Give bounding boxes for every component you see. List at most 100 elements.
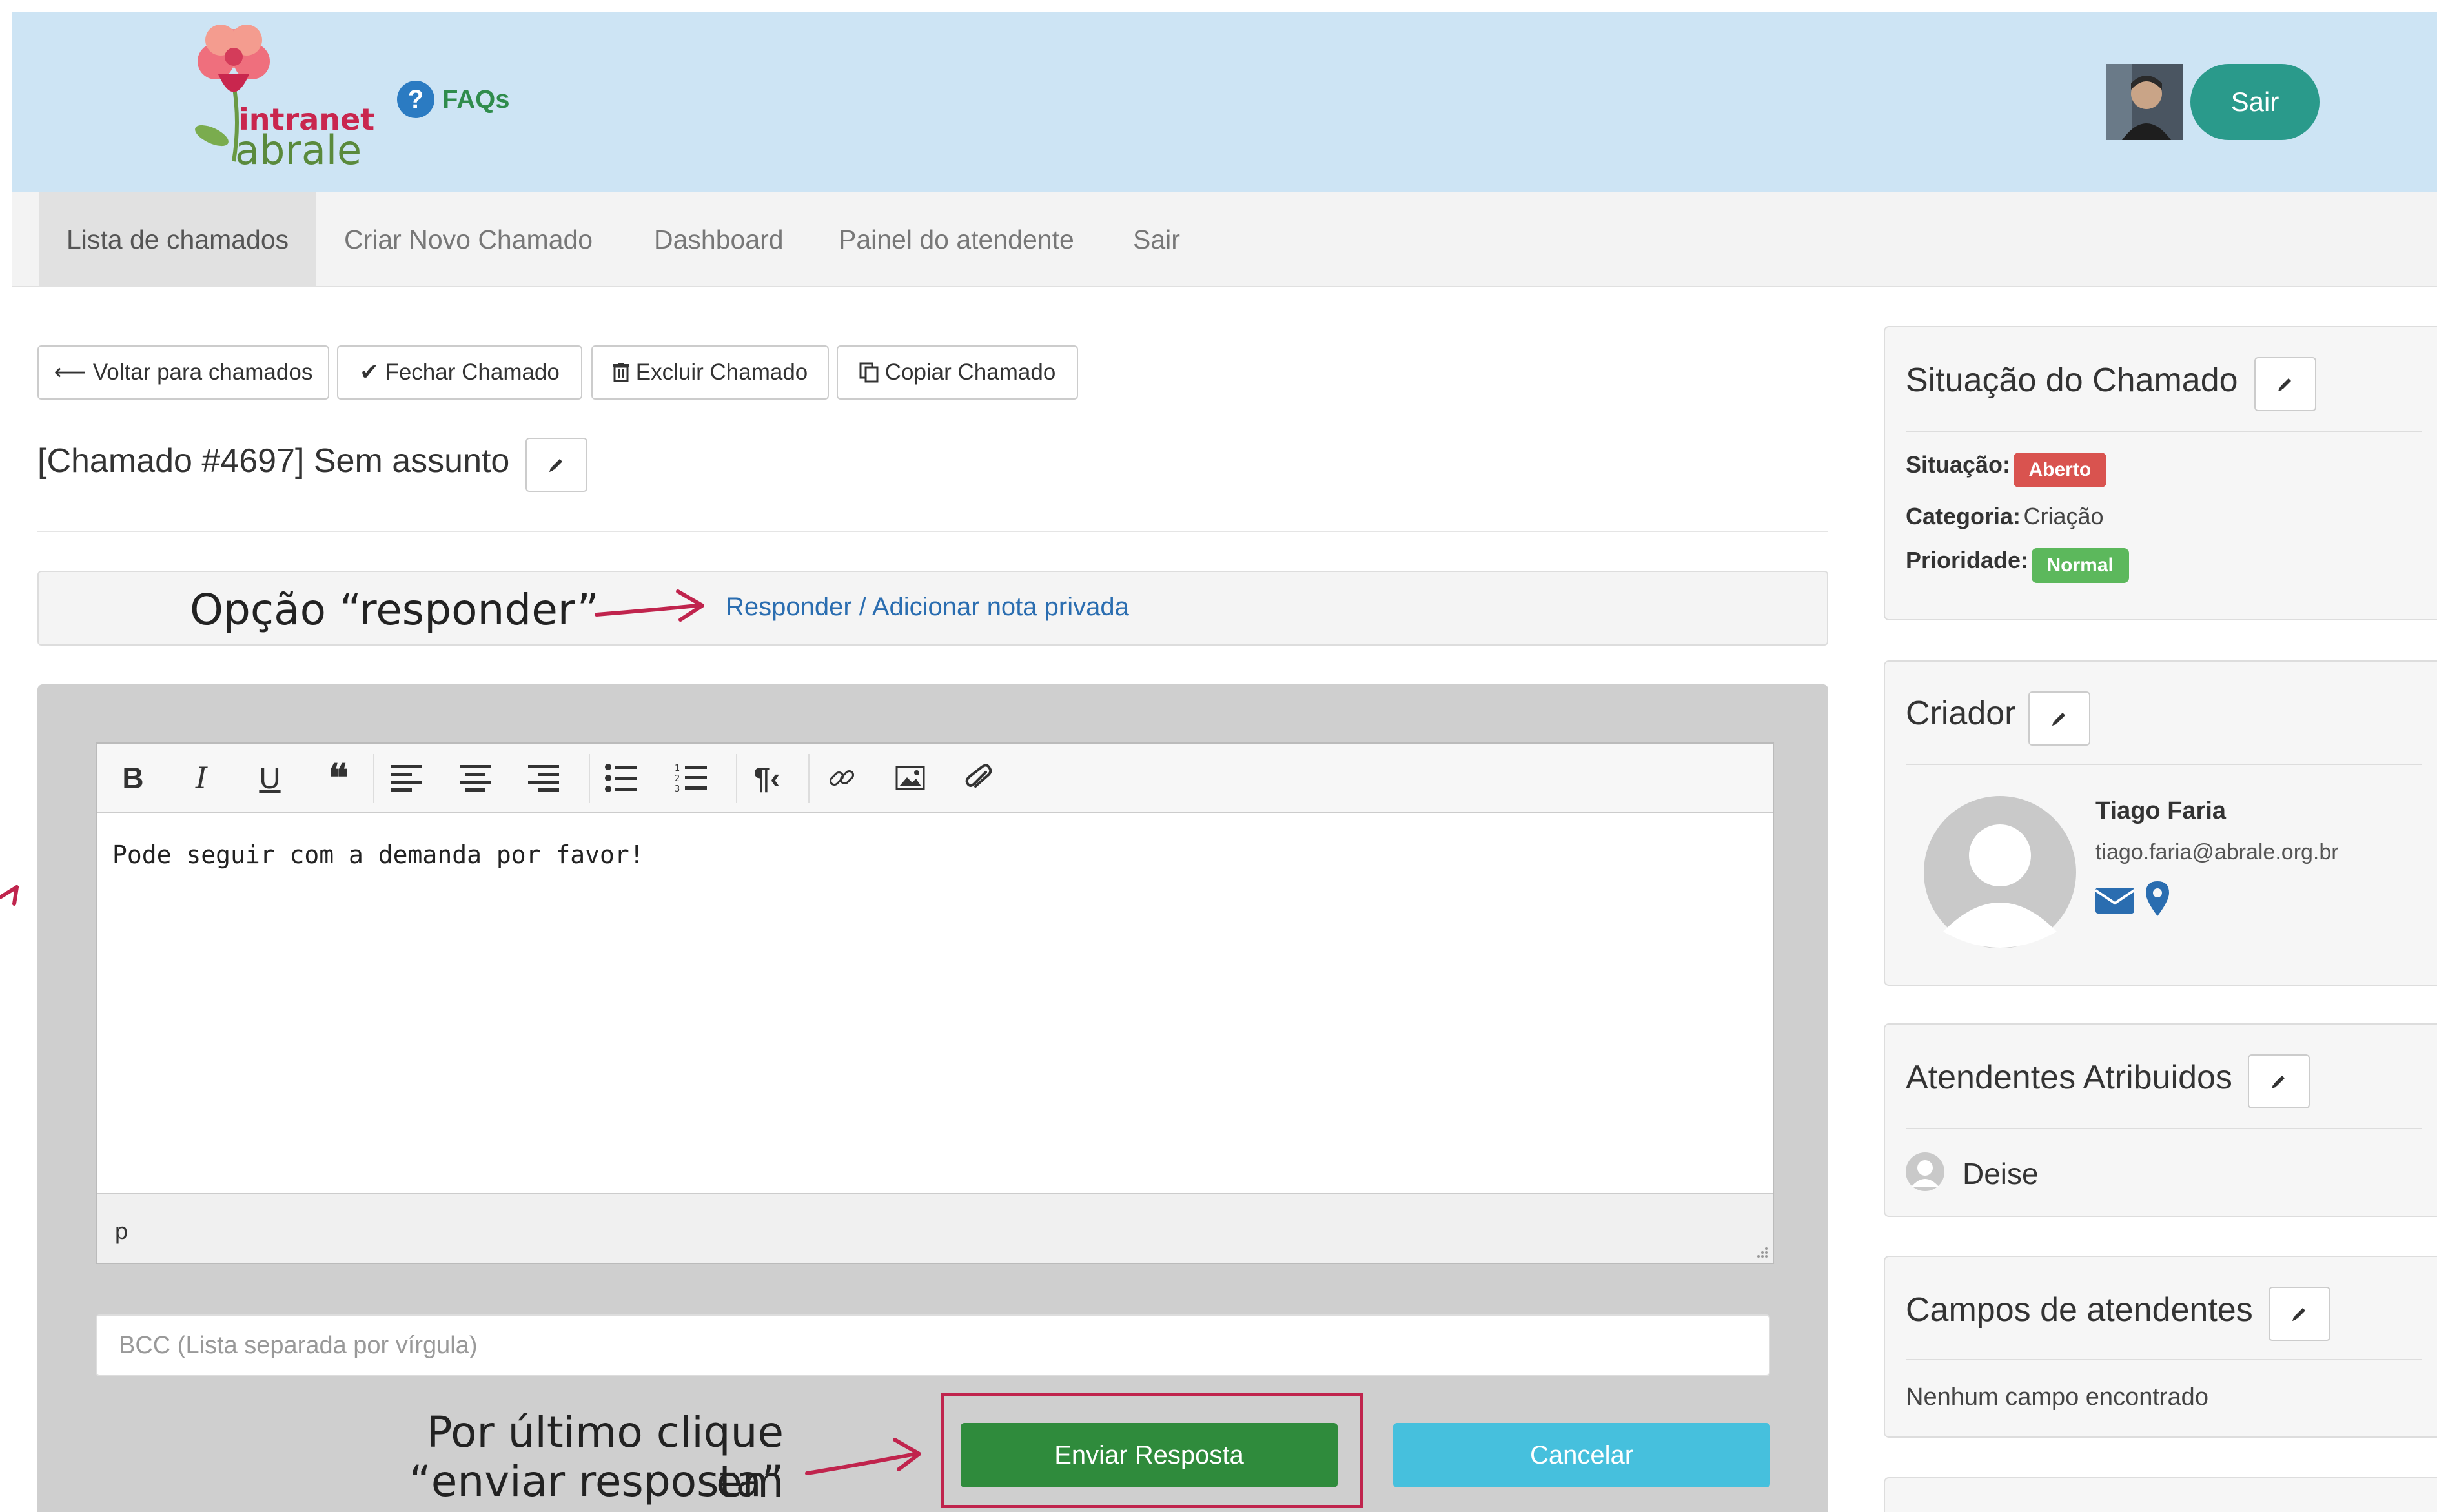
editor-content[interactable]: Pode seguir com a demanda por favor! [112,841,644,869]
panel-divider [1906,1359,2422,1360]
main-nav: Lista de chamados Criar Novo Chamado Das… [12,192,2437,287]
rich-text-editor[interactable]: B I U ❝ 123 ¶‹ Pode seguir com a demanda… [96,742,1774,1264]
send-reply-button[interactable]: Enviar Resposta [961,1423,1338,1487]
resize-handle-icon[interactable] [1753,1243,1769,1259]
underline-icon[interactable]: U [244,757,296,799]
italic-icon[interactable]: I [176,757,227,799]
category-label: Categoria: [1906,503,2021,529]
priority-label: Prioridade: [1906,547,2029,573]
creator-panel-title: Criador [1906,695,2016,732]
faq-link[interactable]: ? FAQs [397,81,509,118]
reply-private-note-link[interactable]: Responder / Adicionar nota privada [726,593,1129,622]
priority-row: Prioridade: Normal [1906,547,2129,583]
edit-creator-button[interactable] [2028,691,2090,746]
close-ticket-button[interactable]: ✔ Fechar Chamado [337,345,582,400]
next-panel-partial [1884,1477,2437,1512]
logo-text-abrale: abrale [235,127,362,174]
toolbar-separator [808,754,810,803]
status-panel: Situação do Chamado Situação: Aberto Cat… [1884,326,2437,620]
priority-badge: Normal [2031,547,2129,583]
status-row: Situação: Aberto [1906,451,2107,487]
bold-icon[interactable]: B [107,757,159,799]
link-icon[interactable] [816,757,868,799]
toolbar-separator [736,754,737,803]
align-center-icon[interactable] [449,757,501,799]
editor-statusbar: p [97,1193,1773,1263]
panel-divider [1906,1128,2422,1129]
nav-item-lista-de-chamados[interactable]: Lista de chamados [39,192,316,287]
ticket-title: [Chamado #4697] Sem assunto [37,442,510,480]
panel-divider [1906,764,2422,765]
nav-item-painel-do-atendente[interactable]: Painel do atendente [811,192,1101,287]
image-icon[interactable] [884,757,936,799]
page-root: intranet abrale ? FAQs Sair Lista de cha… [0,0,2437,1512]
delete-ticket-button[interactable]: Excluir Chamado [591,345,829,400]
bcc-input[interactable] [96,1314,1770,1376]
edit-assignees-button[interactable] [2248,1054,2310,1108]
annotation-send-line2: “enviar resposta” [409,1456,784,1506]
creator-avatar-icon [1924,796,2076,948]
nav-item-criar-novo-chamado[interactable]: Criar Novo Chamado [317,192,620,287]
annotation-arrow-fragment-icon [0,885,19,906]
map-marker-icon[interactable] [2146,881,2169,916]
quote-icon[interactable]: ❝ [312,756,364,800]
pencil-icon [549,459,562,472]
agent-fields-panel: Campos de atendentes Nenhum campo encont… [1884,1256,2437,1438]
align-left-icon[interactable] [381,757,433,799]
copy-ticket-label: Copiar Chamado [884,360,1056,385]
checkmark-icon: ✔ [360,360,379,385]
toolbar-separator [373,754,374,803]
editor-toolbar: B I U ❝ 123 ¶‹ [97,744,1773,813]
toolbar-separator [589,754,590,803]
pencil-icon [2272,1076,2285,1088]
edit-status-button[interactable] [2254,357,2316,411]
trash-icon [612,363,629,382]
help-circle-icon: ? [397,81,434,118]
category-row: Categoria: Criação [1906,503,2104,530]
assignee-name: Deise [1963,1157,2039,1190]
pencil-icon [2052,713,2065,726]
status-panel-title: Situação do Chamado [1906,362,2238,399]
assignees-panel: Atendentes Atribuidos Deise [1884,1023,2437,1217]
attachment-icon[interactable] [953,757,1004,799]
copy-ticket-button[interactable]: Copiar Chamado [837,345,1078,400]
nav-item-sair[interactable]: Sair [1106,192,1207,287]
edit-agent-fields-button[interactable] [2269,1287,2330,1341]
pencil-icon [2278,378,2291,391]
creator-name: Tiago Faria [2095,797,2227,824]
user-photo-icon [2106,64,2183,140]
svg-text:2: 2 [675,774,680,784]
numbered-list-icon[interactable]: 123 [665,757,717,799]
pencil-icon [2292,1308,2305,1321]
creator-email: tiago.faria@abrale.org.br [2095,840,2339,864]
category-value: Criação [2023,503,2104,529]
annotation-arrow-icon [595,589,704,622]
status-label: Situação: [1906,451,2011,478]
delete-ticket-label: Excluir Chamado [635,360,808,385]
user-avatar[interactable] [2106,64,2183,140]
editor-element-path[interactable]: p [115,1218,128,1245]
agent-fields-empty-text: Nenhum campo encontrado [1906,1384,2208,1411]
back-to-tickets-label: Voltar para chamados [92,360,313,385]
annotation-reply-option: Opção “responder” [190,585,599,635]
cancel-button[interactable]: Cancelar [1393,1423,1770,1487]
edit-title-button[interactable] [525,438,587,492]
agent-fields-panel-title: Campos de atendentes [1906,1291,2253,1329]
annotation-arrow-icon [805,1438,921,1475]
bullet-list-icon[interactable] [595,757,647,799]
status-badge: Aberto [2013,452,2107,487]
panel-divider [1906,431,2422,432]
assignees-panel-title: Atendentes Atribuidos [1906,1059,2232,1096]
logout-button[interactable]: Sair [2190,64,2320,140]
assignee-avatar-icon [1906,1152,1944,1191]
nav-item-dashboard[interactable]: Dashboard [627,192,811,287]
back-to-tickets-button[interactable]: ⟵ Voltar para chamados [37,345,329,400]
align-right-icon[interactable] [518,757,569,799]
close-ticket-label: Fechar Chamado [385,360,560,385]
svg-text:3: 3 [675,784,680,793]
creator-panel: Criador Tiago Faria tiago.faria@abrale.o… [1884,660,2437,986]
paragraph-icon[interactable]: ¶‹ [741,757,793,799]
copy-icon [859,362,879,383]
envelope-icon[interactable] [2095,885,2134,915]
arrow-left-icon: ⟵ [54,360,87,385]
